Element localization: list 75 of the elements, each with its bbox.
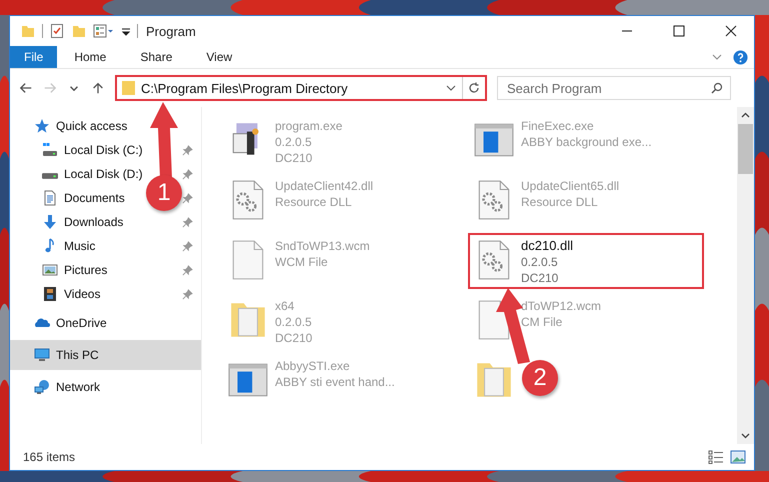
scroll-down-icon[interactable] xyxy=(741,431,750,440)
sidebar-item[interactable]: Downloads xyxy=(10,210,201,234)
file-detail: WCM File xyxy=(275,254,329,270)
sidebar-item[interactable]: Quick access xyxy=(10,114,201,138)
pin-icon[interactable] xyxy=(182,240,193,252)
file-name: UpdateClient42.dll xyxy=(275,178,374,194)
file-detail: Resource DLL xyxy=(521,194,599,210)
sidebar-item[interactable]: Videos xyxy=(10,282,201,306)
sidebar-item[interactable]: Music xyxy=(10,234,201,258)
properties-icon[interactable] xyxy=(93,23,115,39)
ribbon-tab[interactable]: Home xyxy=(57,46,124,68)
up-icon[interactable] xyxy=(91,81,105,95)
scrollbar[interactable] xyxy=(737,107,754,444)
drive-icon xyxy=(42,173,58,179)
file-detail: 0.2.0.5 xyxy=(275,134,313,150)
ribbon-tab[interactable]: Share xyxy=(123,46,190,68)
ribbon-tab[interactable]: View xyxy=(189,46,250,68)
drive-icon xyxy=(42,142,58,158)
file-detail: 0.2.0.5 xyxy=(275,314,312,330)
maximize-icon[interactable] xyxy=(673,25,685,37)
file-name: dc210.dll xyxy=(521,238,574,254)
back-icon[interactable] xyxy=(19,81,33,95)
file-name: x64 xyxy=(275,298,296,314)
sidebar-item[interactable]: OneDrive xyxy=(10,308,201,338)
window-title: Program xyxy=(146,24,196,38)
file-item[interactable]: dc210.dll 0.2.0.5 DC210 xyxy=(468,233,704,289)
search-field[interactable]: Search Program xyxy=(497,76,731,100)
address-field[interactable]: C:\Program Files\Program Directory xyxy=(115,75,487,101)
file-name: program.exe xyxy=(275,118,342,134)
download-icon xyxy=(42,214,58,230)
file-name: SndToWP13.wcm xyxy=(275,238,370,254)
film-icon xyxy=(42,286,58,302)
refresh-icon[interactable] xyxy=(468,82,480,94)
network-icon xyxy=(34,379,50,395)
item-count: 165 items xyxy=(23,450,76,464)
document-icon xyxy=(42,190,58,206)
star-icon xyxy=(34,118,50,134)
pin-icon[interactable] xyxy=(182,264,193,276)
recent-locations-icon[interactable] xyxy=(70,86,78,90)
address-path: C:\Program Files\Program Directory xyxy=(141,80,349,96)
sidebar-item[interactable]: This PC xyxy=(10,340,201,370)
file-detail: DC210 xyxy=(275,150,314,166)
sidebar-item[interactable]: Local Disk (C:) xyxy=(10,138,201,162)
close-icon[interactable] xyxy=(725,25,737,37)
scroll-thumb[interactable] xyxy=(738,124,753,174)
pin-icon[interactable] xyxy=(182,216,193,228)
pin-icon[interactable] xyxy=(182,192,193,204)
search-icon[interactable] xyxy=(711,82,723,94)
pin-icon[interactable] xyxy=(182,168,193,180)
monitor-icon xyxy=(34,347,50,363)
file-detail: ABBY background exe... xyxy=(521,134,652,150)
pin-icon[interactable] xyxy=(182,144,193,156)
sidebar-item[interactable]: Network xyxy=(10,372,201,402)
folder-icon xyxy=(121,80,136,96)
sidebar-item[interactable]: Pictures xyxy=(10,258,201,282)
file-detail: Resource DLL xyxy=(275,194,353,210)
file-detail: DC210 xyxy=(521,270,560,286)
dropdown-caret-icon[interactable] xyxy=(446,83,456,93)
file-detail: DC210 xyxy=(275,330,312,346)
details-view-icon[interactable] xyxy=(708,450,724,464)
file-name: UpdateClient65.dll xyxy=(521,178,620,194)
pictures-icon xyxy=(42,262,58,278)
file-name: FineExec.exe xyxy=(521,118,595,134)
minimize-icon[interactable] xyxy=(621,30,633,32)
file-detail: CM File xyxy=(521,314,564,330)
ribbon-tab[interactable]: File xyxy=(10,46,58,68)
scroll-up-icon[interactable] xyxy=(741,111,750,120)
checklist-icon[interactable] xyxy=(49,23,65,39)
file-name: dToWP12.wcm xyxy=(521,298,602,314)
file-detail: 0.2.0.5 xyxy=(521,254,559,270)
file-detail: ABBY sti event hand... xyxy=(275,374,395,390)
pin-icon[interactable] xyxy=(182,288,193,300)
large-icons-view-icon[interactable] xyxy=(730,450,746,464)
help-icon[interactable] xyxy=(733,50,748,64)
file-name: AbbyySTI.exe xyxy=(275,358,351,374)
